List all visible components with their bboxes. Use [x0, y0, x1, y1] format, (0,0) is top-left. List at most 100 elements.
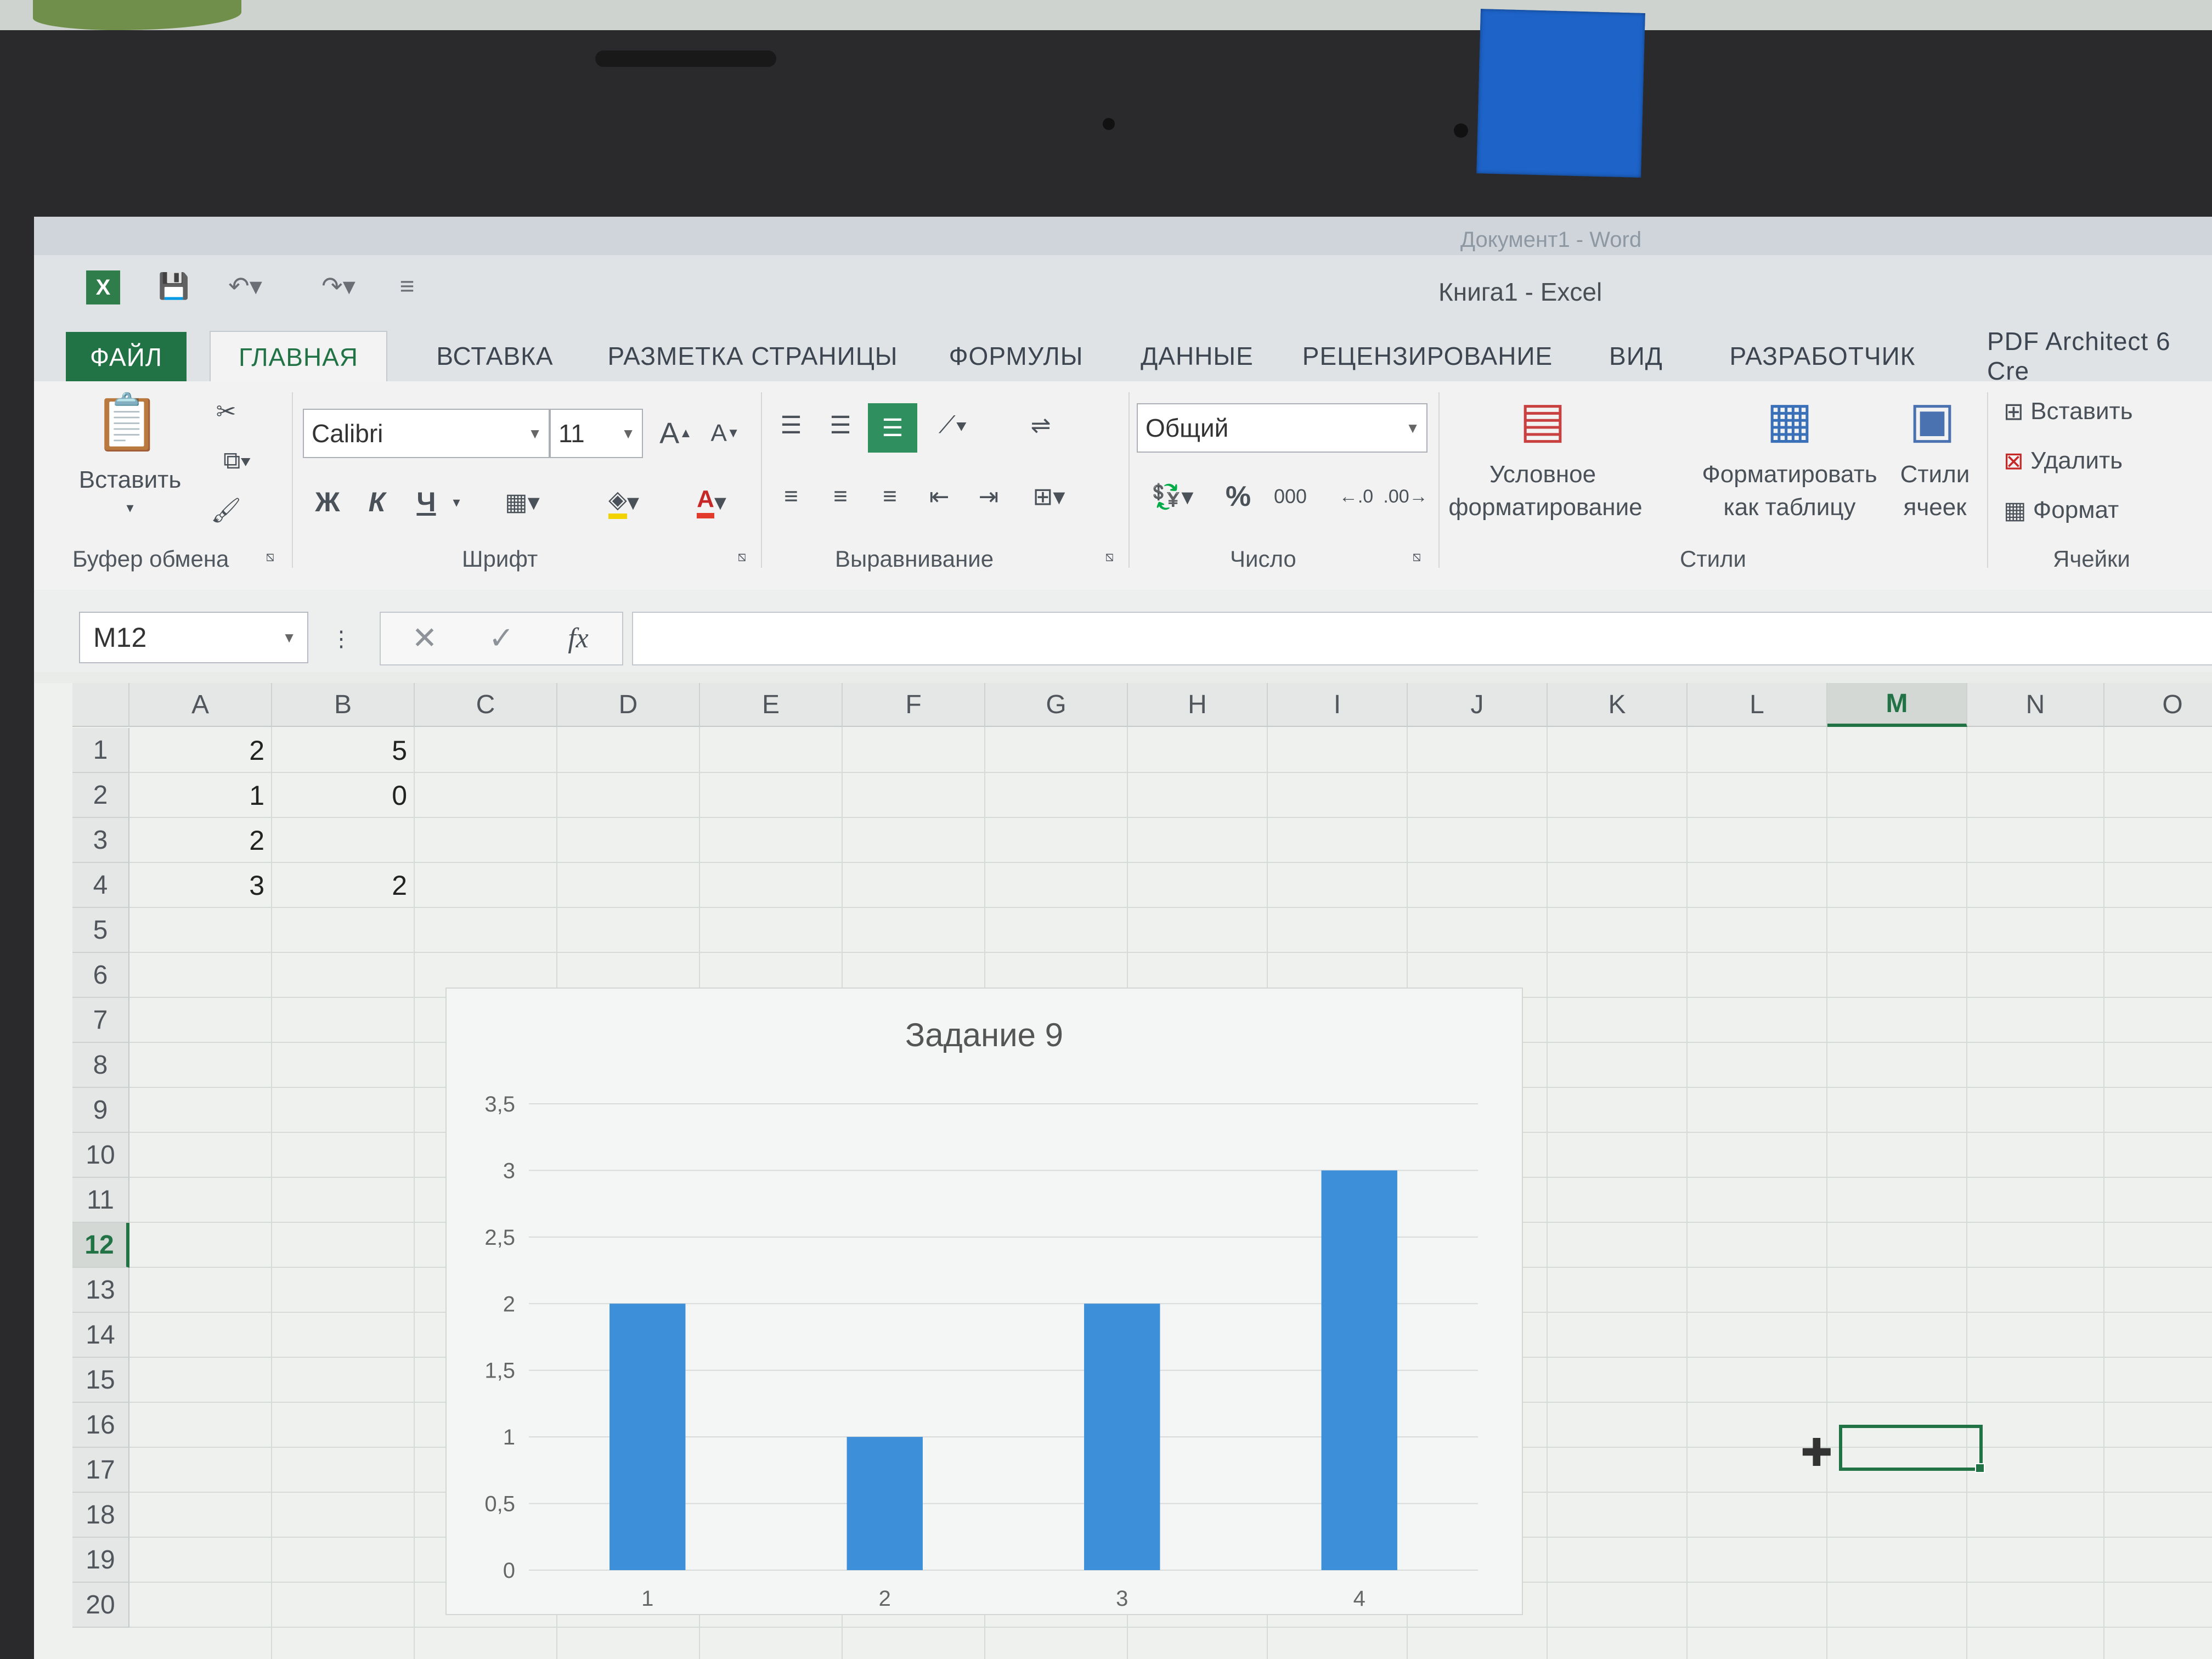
currency-format-icon[interactable]: 💱▾	[1137, 475, 1208, 518]
underline-button[interactable]: Ч	[407, 480, 445, 524]
format-cells-button[interactable]: ▦ Формат	[2004, 491, 2201, 529]
fill-handle[interactable]	[1975, 1463, 1985, 1473]
conditional-formatting-button-line2[interactable]: форматирование	[1444, 491, 1647, 524]
decrease-indent-icon[interactable]: ⇤	[917, 475, 961, 518]
conditional-formatting-button-line1[interactable]: Условное	[1449, 458, 1636, 491]
conditional-formatting-icon[interactable]: ▤	[1510, 387, 1576, 453]
format-as-table-icon[interactable]: ▦	[1757, 387, 1822, 453]
more-options-icon[interactable]: ⋮	[328, 617, 355, 661]
cell-b1[interactable]: 5	[272, 728, 415, 773]
align-middle-icon[interactable]: ☰	[819, 403, 862, 447]
row-header-16[interactable]: 16	[72, 1403, 129, 1448]
column-header-h[interactable]: H	[1128, 683, 1268, 727]
paste-dropdown-icon[interactable]: ▾	[116, 496, 144, 518]
tab-home[interactable]: ГЛАВНАЯ	[210, 331, 387, 382]
borders-icon[interactable]: ▦▾	[489, 480, 555, 524]
align-top-icon[interactable]: ☰	[769, 403, 813, 447]
row-header-18[interactable]: 18	[72, 1493, 129, 1538]
row-header-1[interactable]: 1	[72, 728, 129, 773]
align-center-icon[interactable]: ≡	[819, 475, 862, 518]
row-header-7[interactable]: 7	[72, 998, 129, 1043]
row-header-5[interactable]: 5	[72, 908, 129, 953]
row-header-2[interactable]: 2	[72, 773, 129, 818]
cell-a3[interactable]: 2	[129, 818, 272, 863]
paste-icon[interactable]: 📋	[93, 387, 162, 458]
column-header-b[interactable]: B	[272, 683, 415, 727]
increase-decimal-icon[interactable]: ←.0	[1334, 475, 1378, 518]
column-header-c[interactable]: C	[415, 683, 557, 727]
cut-icon[interactable]: ✂	[204, 392, 248, 431]
tab-pdf-architect[interactable]: PDF Architect 6 Cre	[1987, 327, 2212, 385]
percent-format-button[interactable]: %	[1219, 475, 1257, 518]
row-header-19[interactable]: 19	[72, 1538, 129, 1583]
tab-view[interactable]: ВИД	[1592, 331, 1680, 381]
chevron-down-icon[interactable]: ▾	[445, 480, 467, 524]
cancel-icon[interactable]: ✕	[397, 617, 452, 659]
merge-center-icon[interactable]: ⊞▾	[1016, 475, 1082, 518]
number-launcher-icon[interactable]: ⧅	[1406, 546, 1427, 568]
format-as-table-button-line1[interactable]: Форматировать	[1691, 458, 1888, 491]
row-header-11[interactable]: 11	[72, 1178, 129, 1223]
column-header-e[interactable]: E	[700, 683, 843, 727]
font-color-icon[interactable]: A ▾	[676, 480, 747, 524]
tab-formulas[interactable]: ФОРМУЛЫ	[934, 331, 1098, 381]
redo-icon[interactable]: ↷▾	[308, 270, 369, 301]
row-header-15[interactable]: 15	[72, 1358, 129, 1403]
alignment-launcher-icon[interactable]: ⧅	[1098, 546, 1120, 568]
chart-bar[interactable]	[1321, 1170, 1397, 1570]
formula-input[interactable]	[632, 612, 2212, 665]
insert-cells-button[interactable]: ⊞ Вставить	[2004, 392, 2201, 431]
thousands-separator-button[interactable]: 000	[1263, 475, 1318, 518]
cell-a2[interactable]: 1	[129, 773, 272, 818]
align-bottom-icon[interactable]: ☰	[868, 403, 917, 453]
row-header-12[interactable]: 12	[72, 1223, 129, 1268]
align-left-icon[interactable]: ≡	[769, 475, 813, 518]
column-header-o[interactable]: O	[2104, 683, 2212, 727]
italic-button[interactable]: К	[358, 480, 396, 524]
customize-toolbar-icon[interactable]: ≡	[391, 270, 424, 301]
cell-b4[interactable]: 2	[272, 863, 415, 908]
increase-font-icon[interactable]: A ▲	[654, 411, 698, 455]
delete-cells-button[interactable]: ⊠ Удалить	[2004, 442, 2201, 480]
format-painter-icon[interactable]: 🖌	[204, 491, 248, 529]
row-header-9[interactable]: 9	[72, 1088, 129, 1133]
cell-b2[interactable]: 0	[272, 773, 415, 818]
column-header-l[interactable]: L	[1688, 683, 1827, 727]
row-header-4[interactable]: 4	[72, 863, 129, 908]
tab-page-layout[interactable]: РАЗМЕТКА СТРАНИЦЫ	[599, 331, 906, 381]
row-header-3[interactable]: 3	[72, 818, 129, 863]
column-header-n[interactable]: N	[1967, 683, 2104, 727]
copy-icon[interactable]: ⧉▾	[204, 442, 270, 480]
tab-file[interactable]: ФАЙЛ	[66, 332, 187, 382]
cell-styles-button-line2[interactable]: ячеек	[1888, 491, 1982, 524]
decrease-font-icon[interactable]: A ▼	[703, 411, 747, 455]
column-header-i[interactable]: I	[1268, 683, 1408, 727]
number-format-select[interactable]: Общий ▼	[1137, 403, 1427, 453]
row-header-13[interactable]: 13	[72, 1268, 129, 1313]
decrease-decimal-icon[interactable]: .00→	[1383, 475, 1427, 518]
column-header-m[interactable]: M	[1827, 683, 1967, 727]
row-header-20[interactable]: 20	[72, 1583, 129, 1628]
cell-styles-button-line1[interactable]: Стили	[1894, 458, 1976, 491]
enter-icon[interactable]: ✓	[474, 617, 529, 659]
row-header-10[interactable]: 10	[72, 1133, 129, 1178]
row-header-14[interactable]: 14	[72, 1313, 129, 1358]
selected-cell-m12[interactable]	[1839, 1425, 1985, 1473]
chart-bar[interactable]	[847, 1437, 923, 1570]
tab-review[interactable]: РЕЦЕНЗИРОВАНИЕ	[1290, 331, 1565, 381]
cell-styles-icon[interactable]: ▣	[1899, 387, 1965, 453]
cell-a1[interactable]: 2	[129, 728, 272, 773]
cell-a4[interactable]: 3	[129, 863, 272, 908]
fill-color-icon[interactable]: ◈ ▾	[588, 480, 659, 524]
font-launcher-icon[interactable]: ⧅	[731, 546, 753, 568]
bold-button[interactable]: Ж	[308, 480, 347, 524]
undo-icon[interactable]: ↶▾	[215, 270, 275, 301]
column-header-a[interactable]: A	[129, 683, 272, 727]
chart-bar[interactable]	[610, 1304, 686, 1570]
column-header-k[interactable]: K	[1548, 683, 1688, 727]
paste-button[interactable]: Вставить	[78, 464, 182, 496]
tab-data[interactable]: ДАННЫЕ	[1131, 331, 1263, 381]
wrap-text-icon[interactable]: ⇌	[1016, 403, 1065, 447]
tab-developer[interactable]: РАЗРАБОТЧИК	[1713, 331, 1932, 381]
align-right-icon[interactable]: ≡	[868, 475, 912, 518]
